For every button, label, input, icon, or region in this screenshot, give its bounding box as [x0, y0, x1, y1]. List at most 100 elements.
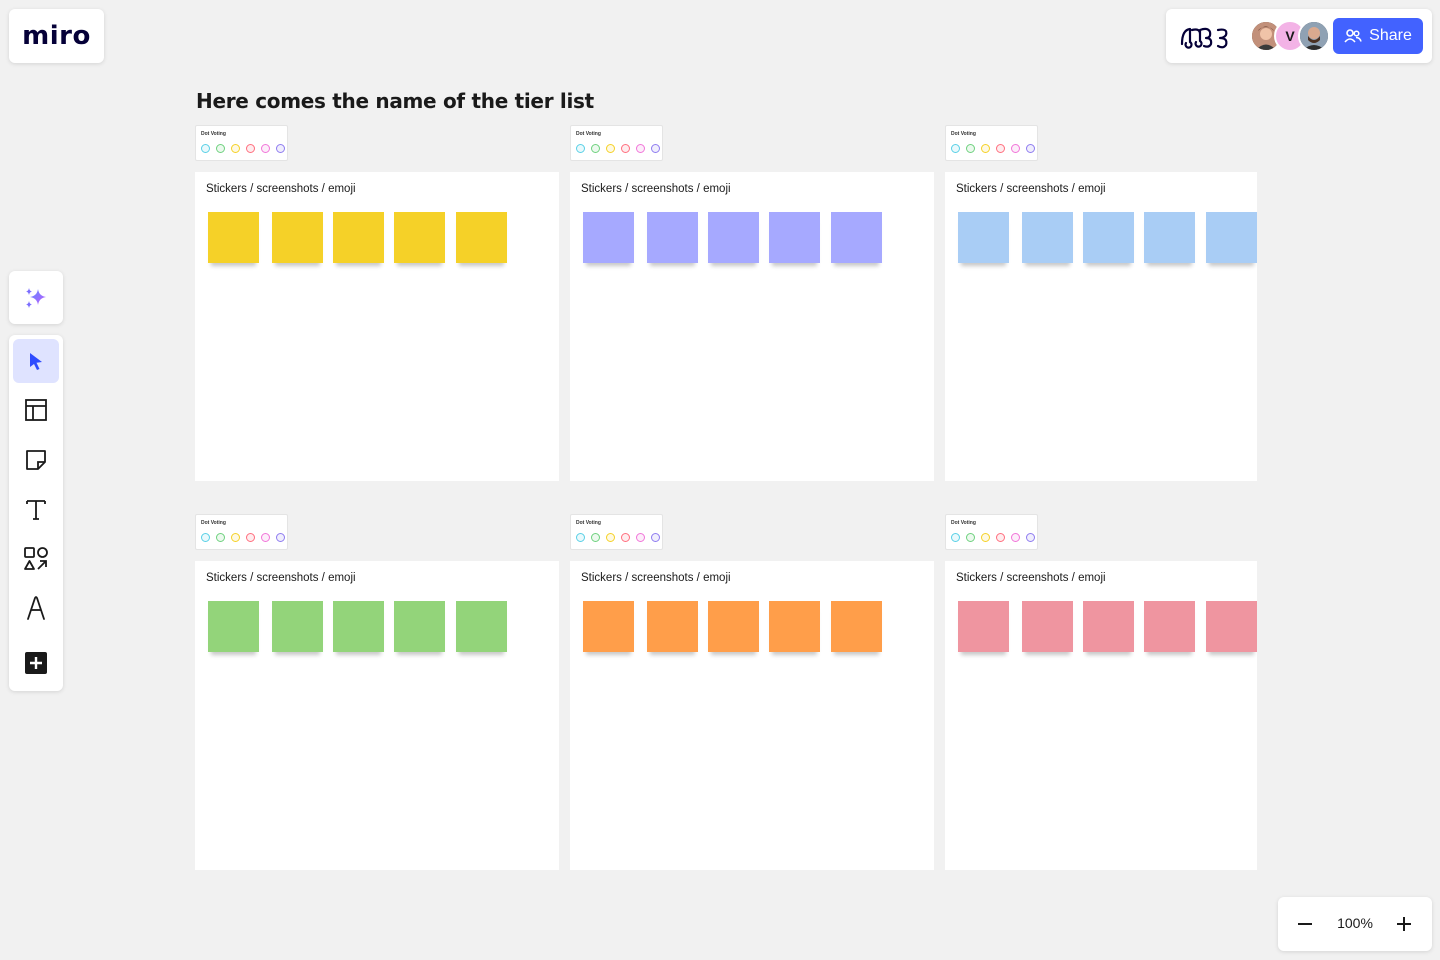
vote-dot[interactable]: [951, 144, 960, 153]
sticky-note[interactable]: [1206, 212, 1257, 263]
sticky-note[interactable]: [958, 212, 1009, 263]
vote-dot[interactable]: [996, 144, 1005, 153]
ai-sparkle-icon[interactable]: [23, 285, 49, 311]
zoom-out-button[interactable]: [1290, 909, 1320, 939]
text-tool[interactable]: [13, 487, 59, 531]
dot-voting-widget[interactable]: Dot Voting: [195, 125, 288, 161]
shapes-tool[interactable]: [13, 537, 59, 581]
vote-dot[interactable]: [1026, 144, 1035, 153]
sticky-note[interactable]: [583, 212, 634, 263]
vote-dot[interactable]: [996, 533, 1005, 542]
tier-frame[interactable]: Stickers / screenshots / emoji: [945, 561, 1257, 870]
tier-frame[interactable]: Stickers / screenshots / emoji: [570, 561, 934, 870]
vote-dot[interactable]: [606, 533, 615, 542]
vote-dot[interactable]: [636, 533, 645, 542]
vote-dot[interactable]: [1011, 144, 1020, 153]
ai-panel[interactable]: [9, 271, 63, 324]
sticky-note[interactable]: [831, 212, 882, 263]
dot-voting-widget[interactable]: Dot Voting: [945, 514, 1038, 550]
vote-dot[interactable]: [231, 144, 240, 153]
sticky-note[interactable]: [647, 601, 698, 652]
vote-dot[interactable]: [621, 533, 630, 542]
vote-dot[interactable]: [966, 144, 975, 153]
tier-label[interactable]: Stickers / screenshots / emoji: [206, 183, 356, 195]
vote-dot[interactable]: [966, 533, 975, 542]
sticky-note[interactable]: [831, 601, 882, 652]
vote-dot[interactable]: [606, 144, 615, 153]
sticky-note[interactable]: [456, 601, 507, 652]
vote-dot[interactable]: [621, 144, 630, 153]
vote-dot[interactable]: [651, 533, 660, 542]
dot-voting-widget[interactable]: Dot Voting: [945, 125, 1038, 161]
zoom-level[interactable]: 100%: [1328, 915, 1382, 931]
vote-dot[interactable]: [246, 533, 255, 542]
sticky-note[interactable]: [647, 212, 698, 263]
sticky-note[interactable]: [1083, 601, 1134, 652]
tier-frame[interactable]: Stickers / screenshots / emoji: [570, 172, 934, 481]
vote-dot[interactable]: [591, 144, 600, 153]
tier-frame[interactable]: Stickers / screenshots / emoji: [195, 172, 559, 481]
sticky-note[interactable]: [394, 212, 445, 263]
sticky-note[interactable]: [1144, 601, 1195, 652]
tier-label[interactable]: Stickers / screenshots / emoji: [581, 183, 731, 195]
vote-dot[interactable]: [1011, 533, 1020, 542]
vote-dot[interactable]: [591, 533, 600, 542]
vote-dot[interactable]: [216, 144, 225, 153]
sticky-note[interactable]: [708, 212, 759, 263]
sticky-note[interactable]: [1083, 212, 1134, 263]
tier-label[interactable]: Stickers / screenshots / emoji: [206, 572, 356, 584]
tier-label[interactable]: Stickers / screenshots / emoji: [956, 183, 1106, 195]
vote-dot[interactable]: [276, 144, 285, 153]
tier-label[interactable]: Stickers / screenshots / emoji: [956, 572, 1106, 584]
vote-dot[interactable]: [201, 533, 210, 542]
sticky-note[interactable]: [1022, 212, 1073, 263]
vote-dot[interactable]: [261, 533, 270, 542]
sticky-note[interactable]: [769, 601, 820, 652]
vote-dot[interactable]: [981, 144, 990, 153]
vote-dot[interactable]: [576, 533, 585, 542]
dot-voting-widget[interactable]: Dot Voting: [570, 125, 663, 161]
pen-tool[interactable]: [13, 586, 59, 630]
vote-dot[interactable]: [246, 144, 255, 153]
vote-dot[interactable]: [276, 533, 285, 542]
sticky-note[interactable]: [394, 601, 445, 652]
sticky-note[interactable]: [1022, 601, 1073, 652]
sticky-note[interactable]: [272, 212, 323, 263]
vote-dot[interactable]: [981, 533, 990, 542]
board-title[interactable]: Here comes the name of the tier list: [196, 89, 594, 113]
select-tool[interactable]: [13, 339, 59, 383]
vote-dot[interactable]: [216, 533, 225, 542]
sticky-note[interactable]: [456, 212, 507, 263]
sticky-note[interactable]: [769, 212, 820, 263]
avatar[interactable]: [1298, 20, 1330, 52]
sticky-note[interactable]: [708, 601, 759, 652]
vote-dot[interactable]: [951, 533, 960, 542]
dot-voting-widget[interactable]: Dot Voting: [570, 514, 663, 550]
vote-dot[interactable]: [201, 144, 210, 153]
sticky-note[interactable]: [1144, 212, 1195, 263]
zoom-in-button[interactable]: [1389, 909, 1419, 939]
vote-dot[interactable]: [576, 144, 585, 153]
collaboration-tools-icon[interactable]: [1178, 20, 1234, 52]
vote-dot[interactable]: [1026, 533, 1035, 542]
sticky-note[interactable]: [208, 212, 259, 263]
sticky-note[interactable]: [272, 601, 323, 652]
tier-frame[interactable]: Stickers / screenshots / emoji: [945, 172, 1257, 481]
sticky-note[interactable]: [1206, 601, 1257, 652]
tier-frame[interactable]: Stickers / screenshots / emoji: [195, 561, 559, 870]
vote-dot[interactable]: [261, 144, 270, 153]
share-button[interactable]: Share: [1333, 18, 1423, 54]
sticky-note-tool[interactable]: [13, 438, 59, 482]
templates-tool[interactable]: [13, 388, 59, 432]
vote-dot[interactable]: [231, 533, 240, 542]
more-tools[interactable]: [13, 641, 59, 685]
dot-voting-widget[interactable]: Dot Voting: [195, 514, 288, 550]
board-canvas[interactable]: miro V Share Here comes the name of the …: [0, 0, 1440, 960]
sticky-note[interactable]: [958, 601, 1009, 652]
vote-dot[interactable]: [636, 144, 645, 153]
sticky-note[interactable]: [333, 601, 384, 652]
sticky-note[interactable]: [333, 212, 384, 263]
logo-panel[interactable]: miro: [9, 9, 104, 63]
sticky-note[interactable]: [583, 601, 634, 652]
sticky-note[interactable]: [208, 601, 259, 652]
